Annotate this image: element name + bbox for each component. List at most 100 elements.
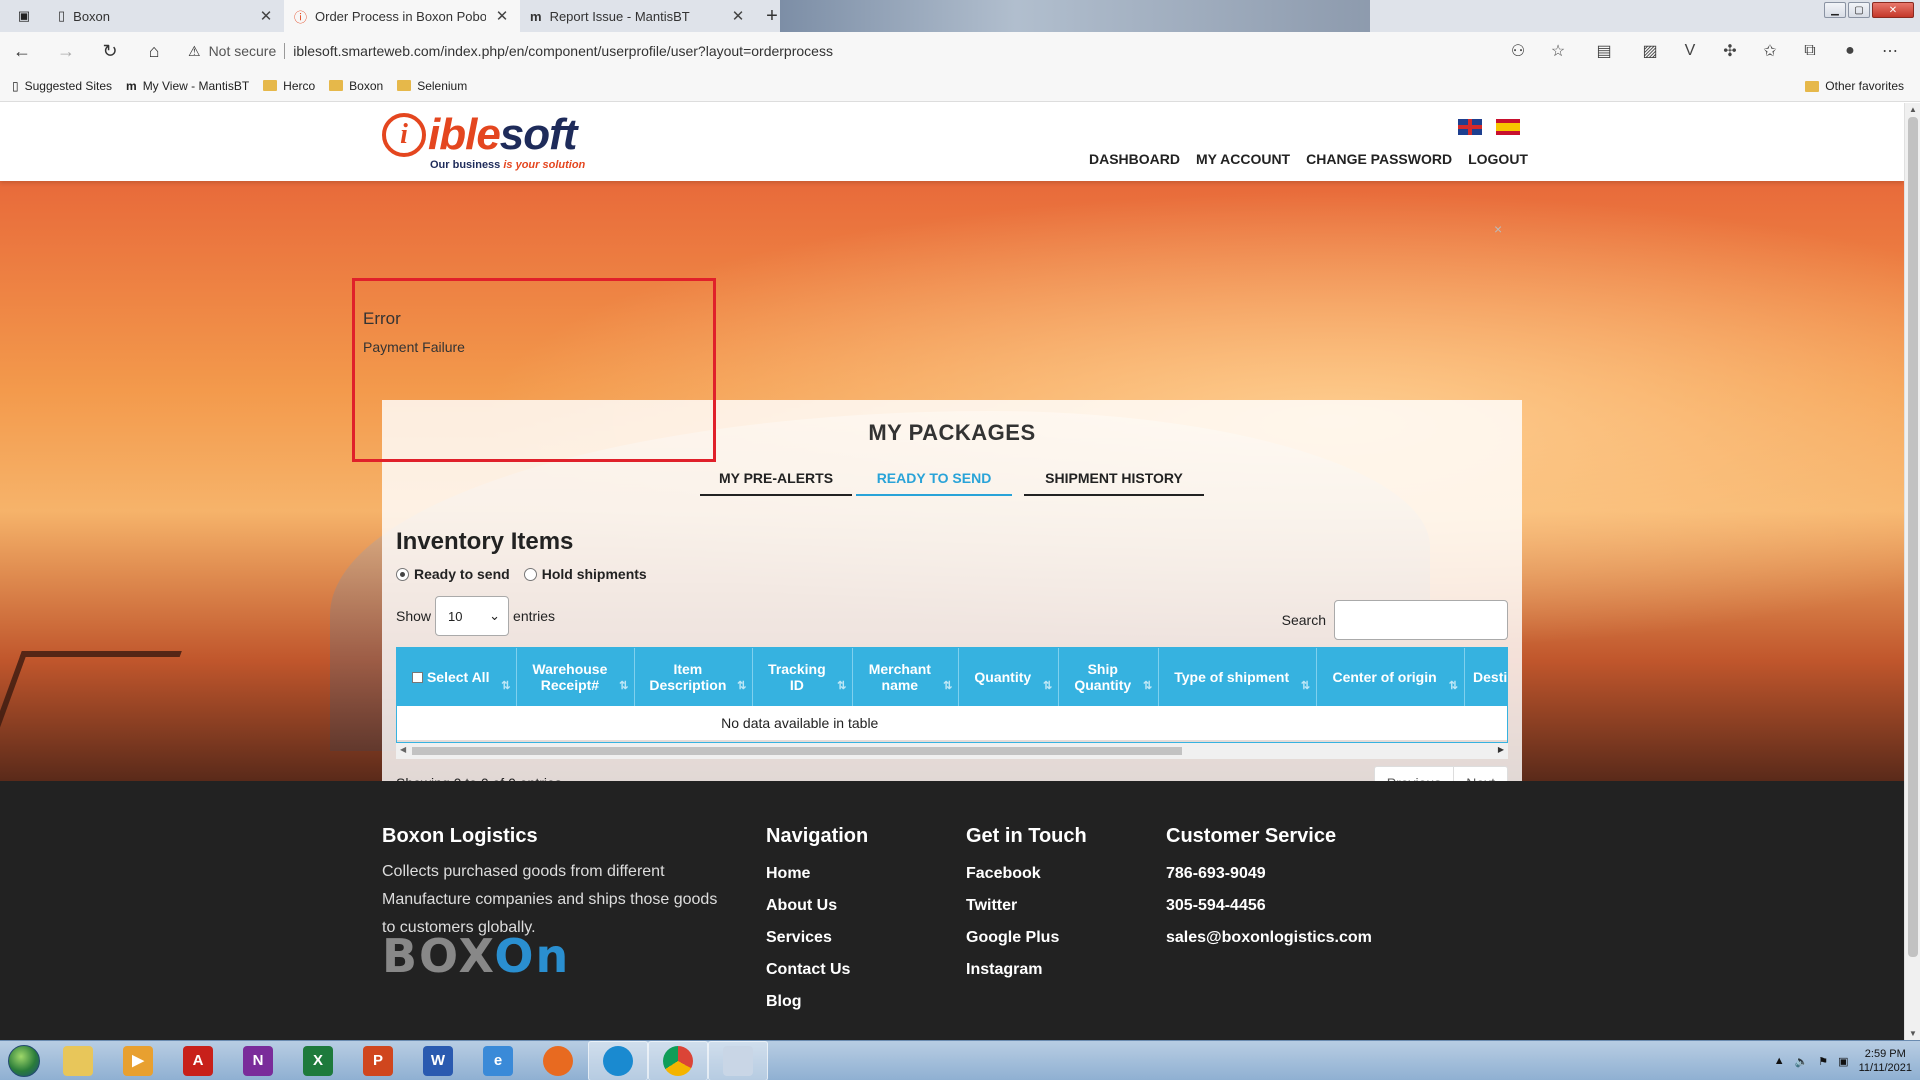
taskbar-media-player[interactable]: ▶ — [108, 1041, 168, 1080]
bookmark-other-favorites[interactable]: Other favorites — [1805, 70, 1904, 102]
footer-phone-1[interactable]: 786-693-9049 — [1166, 858, 1372, 890]
url-field[interactable]: ⚠ Not secure iblesoft.smarteweb.com/inde… — [188, 36, 1488, 66]
iblesoft-logo[interactable]: i iblesoft — [382, 113, 577, 157]
column-select-all[interactable]: Select All ⇅ — [397, 648, 518, 706]
scroll-right-icon[interactable]: ▶ — [1498, 745, 1504, 754]
coupon-extension-icon[interactable]: ▨ — [1630, 41, 1670, 61]
footer-link-home[interactable]: Home — [766, 858, 868, 890]
taskbar-file-explorer[interactable] — [48, 1041, 108, 1080]
page-vertical-scrollbar[interactable]: ▲ ▼ — [1904, 103, 1920, 1040]
taskbar-firefox[interactable] — [528, 1041, 588, 1080]
column-warehouse-receipt[interactable]: Warehouse Receipt# ⇅ — [516, 648, 636, 706]
tab-close-icon[interactable]: ✕ — [258, 7, 274, 25]
alert-close-icon[interactable]: × — [1494, 221, 1502, 237]
nav-logout[interactable]: LOGOUT — [1468, 151, 1528, 167]
start-button[interactable] — [0, 1041, 48, 1080]
footer-link-instagram[interactable]: Instagram — [966, 954, 1087, 986]
radio-ready-to-send[interactable]: Ready to send — [396, 566, 510, 582]
nav-my-account[interactable]: MY ACCOUNT — [1196, 151, 1290, 167]
nav-change-password[interactable]: CHANGE PASSWORD — [1306, 151, 1452, 167]
bookmark-herco[interactable]: Herco — [263, 79, 315, 93]
browser-tab-mantis[interactable]: m Report Issue - MantisBT ✕ — [520, 0, 756, 32]
taskbar-onenote[interactable]: N — [228, 1041, 288, 1080]
settings-more-icon[interactable]: ⋯ — [1870, 41, 1910, 61]
column-tracking-id[interactable]: Tracking ID ⇅ — [752, 648, 854, 706]
footer-phone-2[interactable]: 305-594-4456 — [1166, 890, 1372, 922]
search-input[interactable] — [1334, 600, 1508, 640]
favorites-icon[interactable]: ✩ — [1750, 41, 1790, 61]
tab-close-icon[interactable]: ✕ — [494, 7, 510, 25]
table-horizontal-scrollbar[interactable]: ◀ ▶ — [396, 743, 1508, 759]
column-merchant-name[interactable]: Merchant name ⇅ — [852, 648, 960, 706]
scroll-down-icon[interactable]: ▼ — [1909, 1029, 1917, 1038]
forward-button[interactable]: → — [44, 32, 88, 70]
taskbar-word[interactable]: W — [408, 1041, 468, 1080]
profile-lock-icon[interactable]: ⚇ — [1498, 41, 1538, 61]
scrollbar-thumb[interactable] — [1908, 117, 1918, 957]
back-button[interactable]: ← — [0, 32, 44, 70]
taskbar-paint[interactable] — [708, 1040, 768, 1080]
bookmark-label: Suggested Sites — [24, 78, 113, 93]
taskbar-powerpoint[interactable]: P — [348, 1041, 408, 1080]
add-favorite-icon[interactable]: ☆ — [1538, 41, 1578, 61]
profile-avatar-icon[interactable]: ● — [1830, 42, 1870, 60]
footer-link-google-plus[interactable]: Google Plus — [966, 922, 1087, 954]
column-center-of-origin[interactable]: Center of origin ⇅ — [1316, 648, 1466, 706]
footer-link-services[interactable]: Services — [766, 922, 868, 954]
column-ship-quantity[interactable]: Ship Quantity ⇅ — [1058, 648, 1160, 706]
browser-tab-order-process[interactable]: ⓘ Order Process in Boxon Pobox Sc ✕ — [284, 0, 520, 32]
column-quantity[interactable]: Quantity ⇅ — [958, 648, 1060, 706]
network-icon[interactable]: ▣ — [1838, 1055, 1848, 1068]
radio-button[interactable] — [523, 567, 537, 581]
nav-dashboard[interactable]: DASHBOARD — [1089, 151, 1180, 167]
maximize-button[interactable]: ▢ — [1848, 2, 1870, 18]
taskbar-chrome[interactable] — [648, 1040, 708, 1080]
taskbar-acrobat[interactable]: A — [168, 1041, 228, 1080]
refresh-button[interactable]: ↻ — [88, 32, 132, 70]
scroll-up-icon[interactable]: ▲ — [1909, 105, 1917, 114]
footer-link-contact-us[interactable]: Contact Us — [766, 954, 868, 986]
footer-link-about-us[interactable]: About Us — [766, 890, 868, 922]
collections-icon[interactable]: ⧉ — [1790, 42, 1830, 60]
tab-close-icon[interactable]: ✕ — [730, 7, 746, 25]
volume-icon[interactable]: 🔈 — [1795, 1055, 1809, 1068]
browser-tab-boxon[interactable]: ▯ Boxon ✕ — [48, 0, 284, 32]
bookmark-mantis[interactable]: m My View - MantisBT — [126, 79, 249, 93]
extension-v-icon[interactable]: V — [1670, 42, 1710, 60]
column-item-description[interactable]: Item Description ⇅ — [634, 648, 754, 706]
action-center-flag-icon[interactable]: ⚑ — [1818, 1055, 1828, 1068]
minimize-button[interactable]: ▁ — [1824, 2, 1846, 18]
clock[interactable]: 2:59 PM 11/11/2021 — [1859, 1047, 1912, 1075]
footer-link-facebook[interactable]: Facebook — [966, 858, 1087, 890]
spanish-flag-icon[interactable] — [1496, 119, 1520, 135]
show-hidden-icons[interactable]: ▲ — [1774, 1055, 1785, 1067]
scroll-left-icon[interactable]: ◀ — [400, 745, 406, 754]
selenium-extension-icon[interactable]: ▤ — [1578, 41, 1630, 61]
footer-link-blog[interactable]: Blog — [766, 986, 868, 1018]
bookmark-boxon[interactable]: Boxon — [329, 79, 383, 93]
taskbar-internet-explorer[interactable]: e — [468, 1041, 528, 1080]
english-flag-icon[interactable] — [1458, 119, 1482, 135]
column-type-of-shipment[interactable]: Type of shipment ⇅ — [1158, 648, 1318, 706]
taskbar-edge[interactable] — [588, 1040, 648, 1080]
scrollbar-thumb[interactable] — [412, 747, 1182, 755]
select-all-checkbox[interactable] — [411, 672, 423, 683]
bookmark-suggested-sites[interactable]: ▯ Suggested Sites — [12, 79, 112, 93]
clock-time: 2:59 PM — [1864, 1048, 1906, 1060]
tab-shipment-history[interactable]: SHIPMENT HISTORY — [1024, 462, 1204, 496]
entries-select[interactable]: 10 ⌄ — [435, 596, 510, 636]
tab-ready-to-send[interactable]: READY TO SEND — [856, 462, 1012, 496]
footer-link-twitter[interactable]: Twitter — [966, 890, 1087, 922]
bookmark-selenium[interactable]: Selenium — [397, 79, 467, 93]
radio-button-selected[interactable] — [396, 567, 409, 581]
home-button[interactable]: ⌂ — [132, 32, 176, 70]
footer-email[interactable]: sales@boxonlogistics.com — [1166, 922, 1372, 954]
radio-hold-shipments[interactable]: Hold shipments — [523, 566, 647, 582]
column-destination[interactable]: Desti — [1464, 648, 1507, 706]
window-close-button[interactable]: ✕ — [1872, 2, 1914, 18]
taskbar-excel[interactable]: X — [288, 1041, 348, 1080]
table-header-row: Select All ⇅ Warehouse Receipt# ⇅ Item Des… — [397, 648, 1507, 706]
tab-my-pre-alerts[interactable]: MY PRE-ALERTS — [700, 462, 852, 496]
tab-actions-button[interactable]: ▣ — [0, 0, 48, 32]
extensions-puzzle-icon[interactable]: ✣ — [1710, 41, 1750, 61]
